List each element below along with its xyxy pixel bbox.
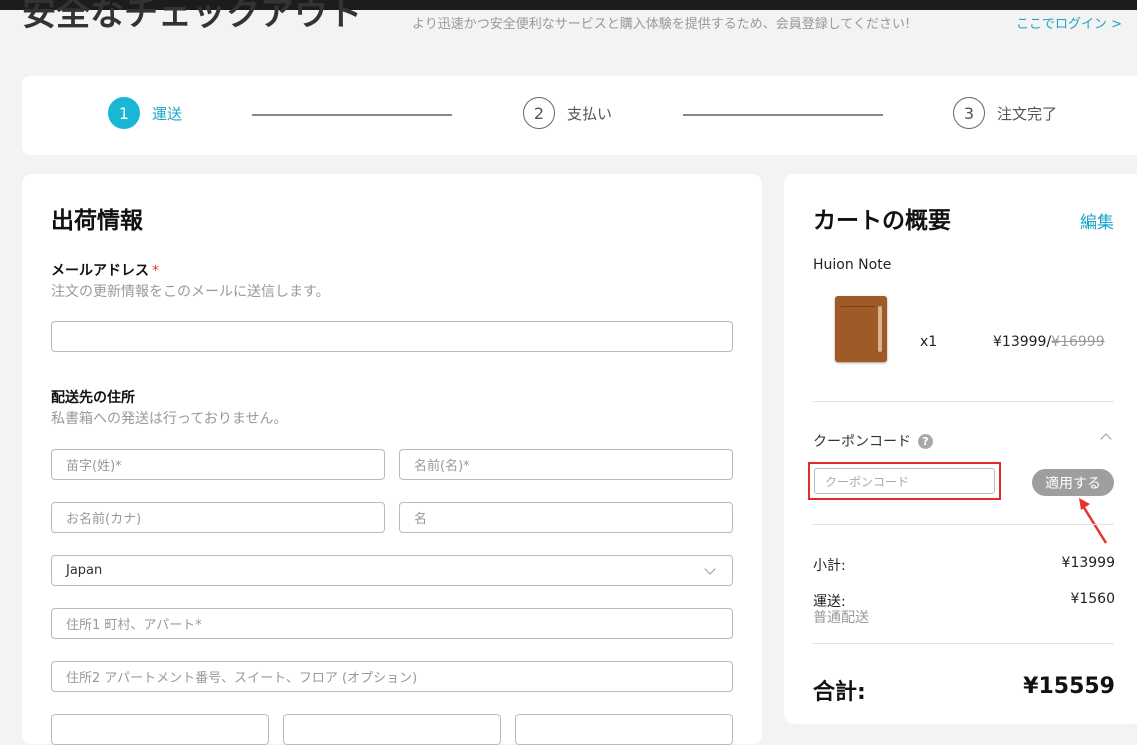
step-3-number: 3 [953,97,985,129]
original-price: ¥16999 [1051,334,1105,350]
coupon-label: クーポンコード ? [813,431,933,451]
email-label-text: メールアドレス [51,263,149,279]
step-connector-2 [683,114,883,116]
postal-field[interactable] [51,714,269,745]
coupon-input[interactable]: クーポンコード [814,468,995,494]
annotation-arrow-icon [1079,498,1108,544]
city-field[interactable] [515,714,733,745]
divider [813,643,1114,644]
cart-summary-card: カートの概要 編集 Huion Note x1 ¥13999/¥16999 クー… [784,174,1137,724]
step-shipping: 1 運送 [108,97,182,129]
address2-input[interactable]: 住所2 アパートメント番号、スイート、フロア (オプション) [51,661,733,692]
notebook-line [841,306,875,307]
product-quantity: x1 [920,334,938,350]
country-select[interactable]: Japan [51,555,733,586]
email-input[interactable] [51,321,733,352]
step-complete: 3 注文完了 [953,97,1057,129]
step-2-label: 支払い [567,104,613,123]
shipping-cost-value: ¥1560 [1070,591,1115,607]
edit-cart-link[interactable]: 編集 [1080,208,1114,233]
subtotal-label: 小計: [813,558,846,574]
product-image [835,296,887,362]
subtotal-value: ¥13999 [1061,555,1115,571]
checkout-steps: 1 運送 2 支払い 3 注文完了 [22,76,1137,155]
step-1-label: 運送 [152,104,183,123]
step-connector-1 [252,114,452,116]
register-note: より迅速かつ安全便利なサービスと購入体験を提供するため、会員登録してください! [412,17,911,32]
shipping-info-card: 出荷情報 メールアドレス * 注文の更新情報をこのメールに送信します。 配送先の住… [22,174,762,745]
step-3-label: 注文完了 [997,104,1058,123]
help-icon[interactable]: ? [918,433,933,449]
address-label: 配送先の住所 [51,390,135,406]
coupon-highlight-box: クーポンコード [808,462,1001,500]
country-value: Japan [66,563,103,578]
login-link[interactable]: ここでログイン > [1016,13,1122,32]
coupon-label-text: クーポンコード [813,434,911,450]
shipping-title: 出荷情報 [51,208,143,234]
last-name-input[interactable]: 苗字(姓)* [51,449,385,480]
step-2-number: 2 [523,97,555,129]
total-label: 合計: [813,680,866,705]
notebook-pen-loop [878,306,882,352]
kana-last-name-input[interactable]: お名前(カナ) [51,502,385,533]
email-label: メールアドレス * [51,260,159,280]
step-1-number: 1 [108,97,140,129]
apply-coupon-button[interactable]: 適用する [1032,469,1114,496]
kana-first-name-input[interactable]: 名 [399,502,733,533]
step-payment: 2 支払い [523,97,612,129]
shipping-method: 普通配送 [813,610,869,626]
product-price: ¥13999/¥16999 [993,334,1105,350]
email-hint: 注文の更新情報をこのメールに送信します。 [51,284,330,300]
page-title: 安全なチェックアウト [22,0,362,34]
chevron-down-icon [704,562,716,575]
divider [813,401,1114,402]
chevron-up-icon[interactable] [1100,433,1112,445]
current-price: ¥13999/ [993,334,1052,350]
product-name: Huion Note [813,257,892,273]
cart-title: カートの概要 [813,208,951,234]
required-mark: * [152,263,159,279]
divider [813,524,1114,525]
prefecture-field[interactable] [283,714,501,745]
total-value: ¥15559 [1023,674,1115,699]
first-name-input[interactable]: 名前(名)* [399,449,733,480]
address-hint: 私書箱への発送は行っておりません。 [51,411,288,427]
address1-input[interactable]: 住所1 町村、アパート* [51,608,733,639]
